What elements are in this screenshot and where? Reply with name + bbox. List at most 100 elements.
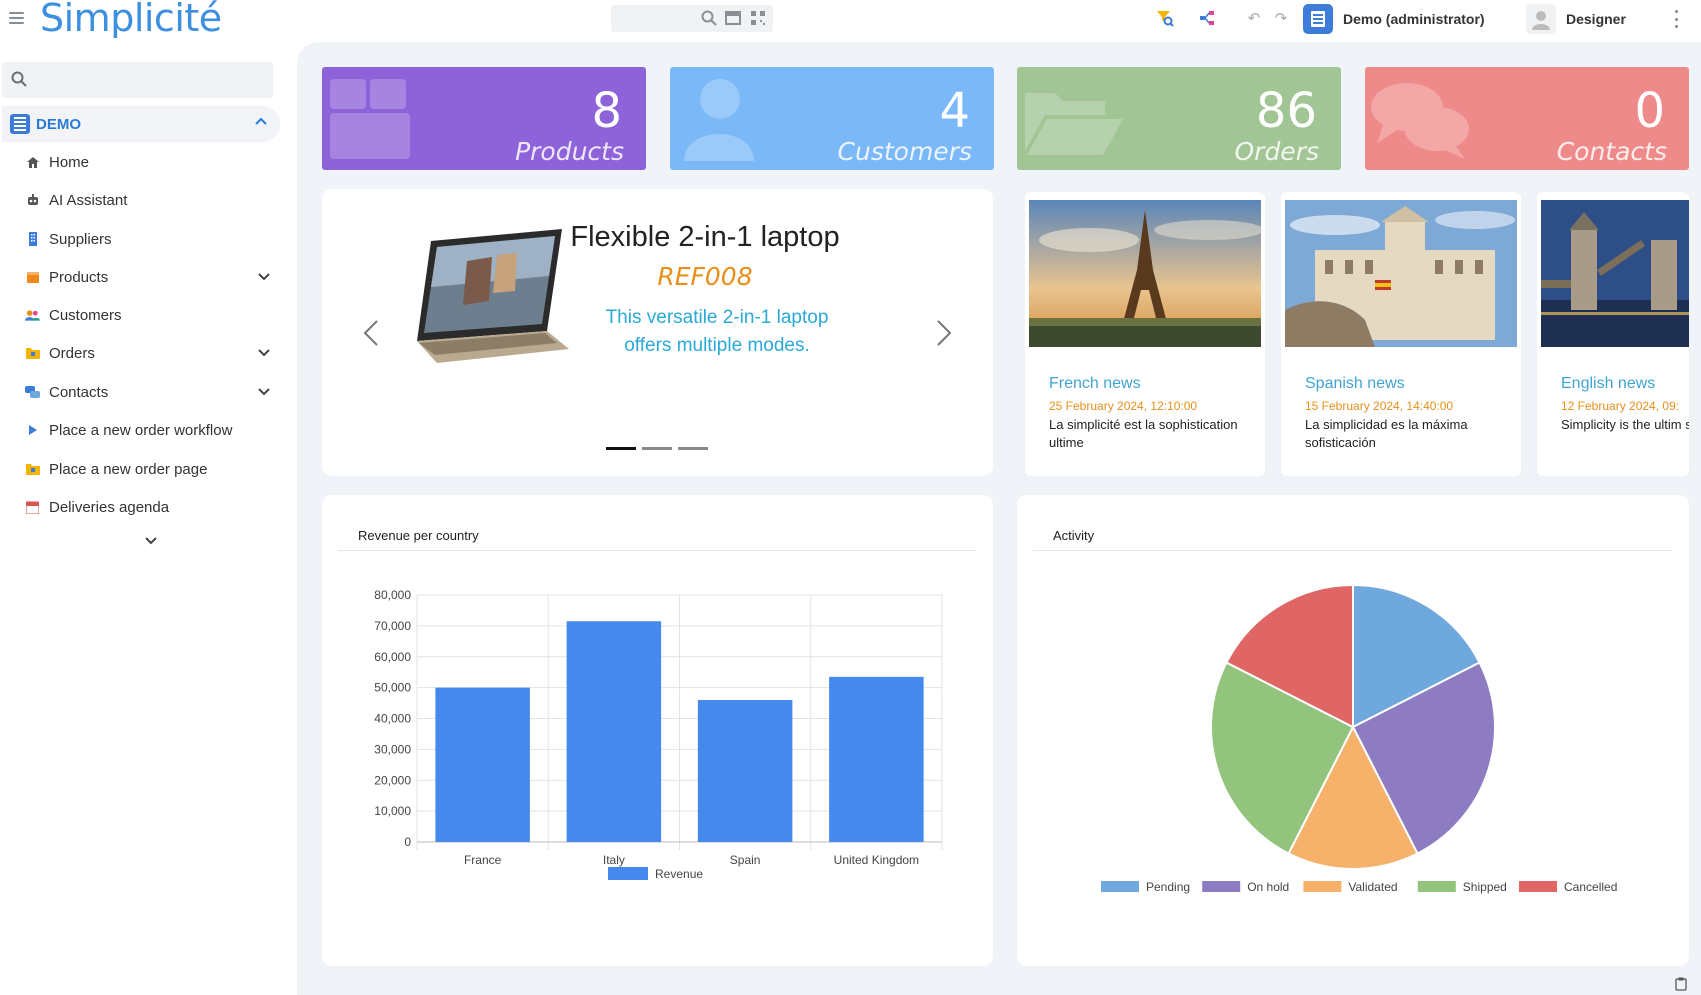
legend-swatch <box>1519 881 1557 892</box>
user-menu[interactable]: Demo (administrator) <box>1303 4 1485 34</box>
designer-menu[interactable]: Designer <box>1526 4 1626 34</box>
folder-icon <box>25 462 40 477</box>
sidebar-search-input[interactable] <box>2 62 273 98</box>
sidebar-item-label: Contacts <box>49 383 109 401</box>
kpi-customers[interactable]: 4 Customers <box>670 67 994 170</box>
app-logo[interactable]: Simplicité <box>40 0 222 40</box>
news-card-spanish[interactable]: Spanish news 15 February 2024, 14:40:00 … <box>1281 192 1521 476</box>
sidebar-item-new-order-workflow[interactable]: Place a new order workflow <box>0 412 280 448</box>
demo-group-icon <box>10 114 30 134</box>
designer-label: Designer <box>1566 11 1626 27</box>
share-icon[interactable] <box>1198 9 1216 27</box>
qrcode-icon[interactable] <box>749 9 767 27</box>
chevron-down-icon[interactable] <box>144 536 158 546</box>
chevron-left-icon[interactable] <box>363 319 379 347</box>
chevron-down-icon[interactable] <box>257 387 271 397</box>
carousel-dot[interactable] <box>606 447 636 450</box>
news-date: 25 February 2024, 12:10:00 <box>1049 399 1198 413</box>
news-title: Spanish news <box>1305 375 1405 392</box>
home-icon <box>25 155 40 170</box>
carousel-description: This versatile 2-in-1 laptop offers mult… <box>605 307 829 356</box>
legend-label: Cancelled <box>1564 880 1617 894</box>
clipboard-icon[interactable] <box>1675 977 1687 991</box>
chevron-down-icon[interactable] <box>257 272 271 282</box>
more-options-icon[interactable] <box>1673 10 1679 28</box>
chevron-up-icon[interactable] <box>254 116 268 126</box>
kpi-contacts[interactable]: 0 Contacts <box>1365 67 1689 170</box>
bar-france <box>435 687 530 842</box>
kpi-count: 8 <box>591 83 622 139</box>
y-tick-label: 60,000 <box>374 650 411 664</box>
search-icon[interactable] <box>700 9 718 27</box>
chevron-right-icon[interactable] <box>936 319 952 347</box>
y-tick-label: 40,000 <box>374 712 411 726</box>
x-tick-label: Spain <box>730 853 761 867</box>
filter-search-icon[interactable] <box>1156 9 1174 27</box>
news-title: French news <box>1049 375 1141 392</box>
bar-spain <box>697 699 793 842</box>
revenue-bar-chart: 0 10,000 20,000 30,000 40,000 50,000 60,000 70,… <box>374 588 943 881</box>
madrid-palace-image <box>1285 200 1517 347</box>
y-tick-label: 0 <box>404 835 411 849</box>
users-icon <box>25 308 40 323</box>
sidebar-item-products[interactable]: Products <box>0 259 280 295</box>
sidebar-item-suppliers[interactable]: Suppliers <box>0 221 280 257</box>
y-tick-label: 30,000 <box>374 742 411 756</box>
carousel-dot[interactable] <box>642 447 672 450</box>
news-title: English news <box>1561 375 1656 392</box>
sidebar-item-new-order-page[interactable]: Place a new order page <box>0 451 280 487</box>
bar-italy <box>566 621 662 842</box>
eiffel-tower-image <box>1029 200 1261 347</box>
news-card-english[interactable]: English news 12 February 2024, 09: Simpl… <box>1537 192 1689 476</box>
sidebar-item-orders[interactable]: Orders <box>0 335 280 371</box>
legend-label: Shipped <box>1463 880 1507 894</box>
sidebar-item-label: AI Assistant <box>49 191 128 209</box>
sidebar-item-label: Home <box>49 153 90 171</box>
sidebar-group-demo[interactable]: DEMO <box>2 106 280 142</box>
kpi-count: 0 <box>1634 83 1665 139</box>
carousel-dot[interactable] <box>678 447 708 450</box>
kpi-count: 86 <box>1255 83 1317 139</box>
y-tick-label: 50,000 <box>374 681 411 695</box>
sidebar: DEMO Home AI Assistant Suppliers Product… <box>0 38 297 995</box>
news-card-french[interactable]: French news 25 February 2024, 12:10:00 L… <box>1025 192 1265 476</box>
sidebar-item-customers[interactable]: Customers <box>0 297 280 333</box>
sidebar-group-label: DEMO <box>36 115 81 133</box>
kpi-products[interactable]: 8 Products <box>322 67 646 170</box>
kpi-count: 4 <box>939 83 970 139</box>
kpi-label: Customers <box>837 137 972 166</box>
activity-panel: Activity Pending On hold Validated Shipped C… <box>1017 495 1689 966</box>
legend-swatch <box>1417 881 1456 892</box>
sidebar-item-label: Deliveries agenda <box>49 498 170 516</box>
sidebar-item-label: Customers <box>49 306 122 324</box>
legend-swatch <box>608 867 648 880</box>
carousel-indicators <box>606 447 708 450</box>
box-icon <box>330 79 410 159</box>
legend-label: Revenue <box>655 867 703 881</box>
folder-open-icon <box>1025 93 1123 155</box>
menu-icon[interactable] <box>9 12 24 24</box>
folder-icon <box>25 346 40 361</box>
y-tick-label: 80,000 <box>374 588 411 602</box>
sidebar-item-ai-assistant[interactable]: AI Assistant <box>0 182 280 218</box>
news-description: La simplicidad es la máxima sofisticació… <box>1305 417 1468 450</box>
sidebar-item-home[interactable]: Home <box>0 144 280 180</box>
sidebar-item-contacts[interactable]: Contacts <box>0 374 280 410</box>
kpi-orders[interactable]: 86 Orders <box>1017 67 1341 170</box>
news-description: La simplicité est la sophistication ulti… <box>1049 417 1238 450</box>
window-icon[interactable] <box>724 9 742 27</box>
chevron-down-icon[interactable] <box>257 348 271 358</box>
y-tick-label: 10,000 <box>374 804 411 818</box>
sidebar-search-icon <box>11 71 27 87</box>
redo-icon[interactable]: ↷ <box>1272 9 1290 27</box>
y-tick-label: 70,000 <box>374 619 411 633</box>
play-icon <box>25 423 40 438</box>
x-tick-label: France <box>464 853 502 867</box>
x-tick-label: Italy <box>603 853 625 867</box>
sidebar-item-label: Orders <box>49 344 95 362</box>
user-name: Demo (administrator) <box>1343 11 1485 27</box>
activity-pie-chart: Pending On hold Validated Shipped Cancelled <box>1101 583 1617 894</box>
kpi-label: Contacts <box>1556 137 1667 166</box>
sidebar-item-deliveries-agenda[interactable]: Deliveries agenda <box>0 489 280 525</box>
undo-icon[interactable]: ↶ <box>1245 9 1263 27</box>
